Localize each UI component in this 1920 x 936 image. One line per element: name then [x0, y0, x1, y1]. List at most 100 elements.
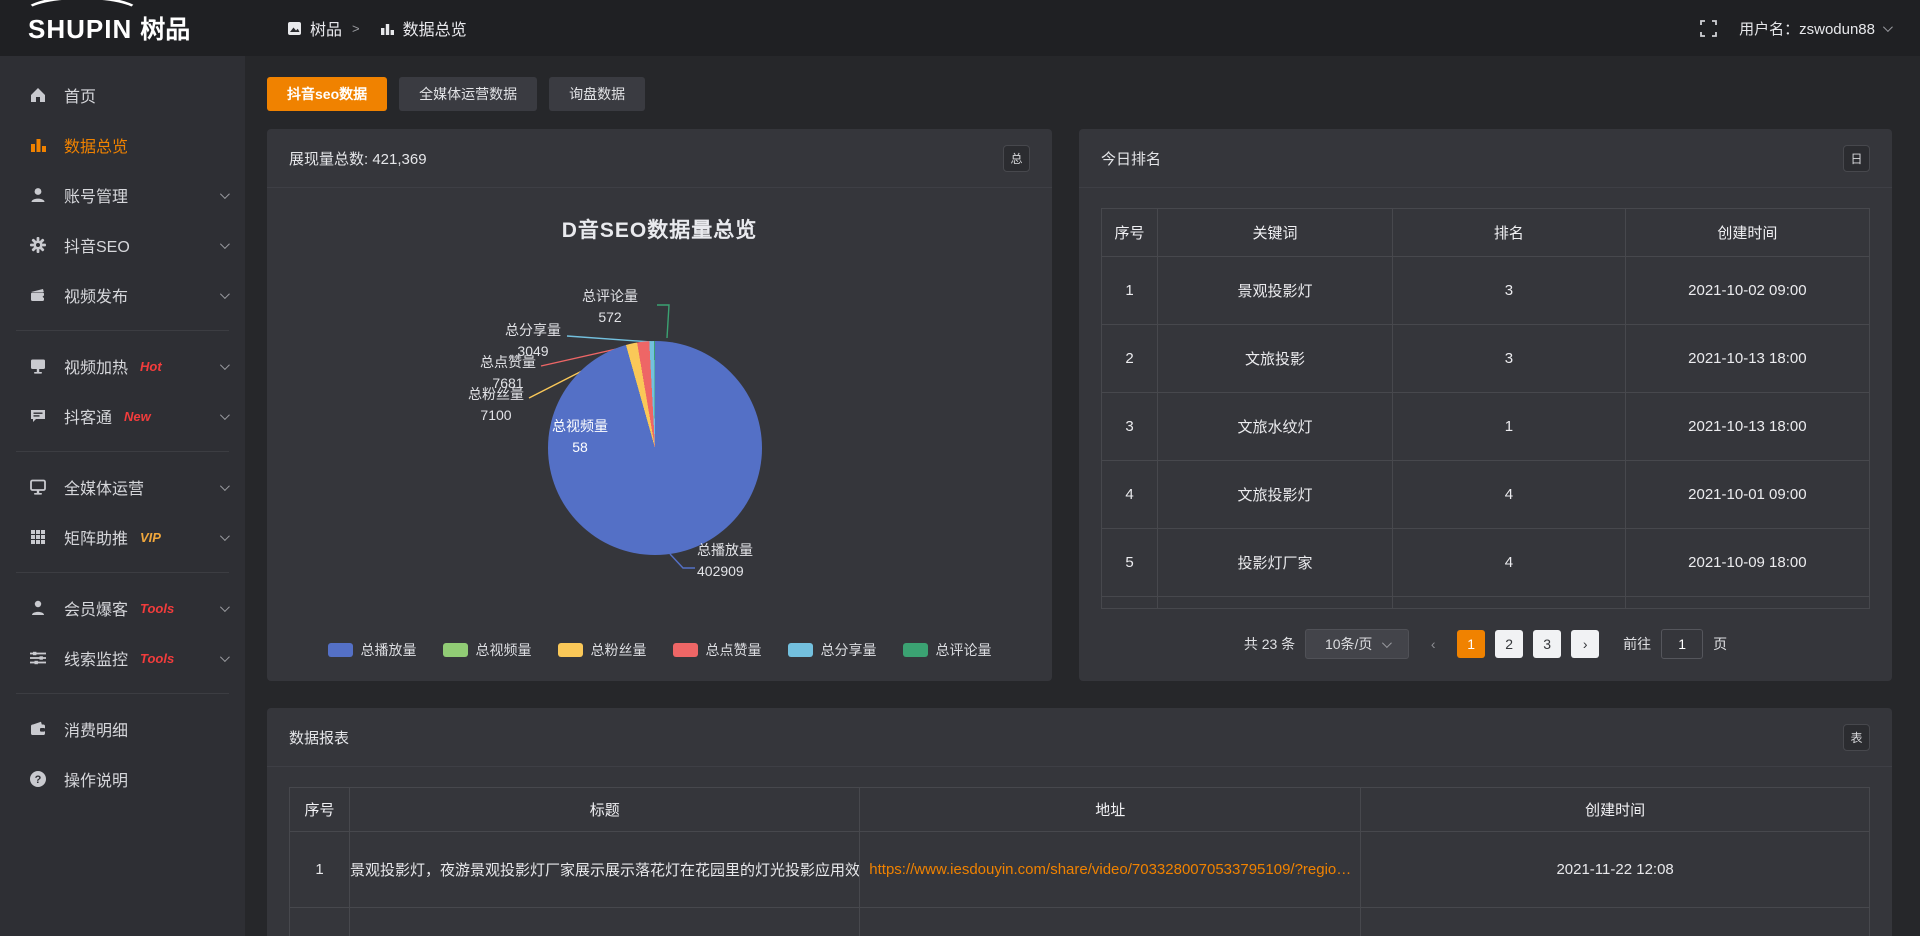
table-row: 4文旅投影灯42021-10-01 09:00: [1102, 461, 1870, 529]
pagination: 共 23 条 10条/页 ‹ 1 2 3 › 前往 页: [1079, 629, 1892, 681]
legend-item[interactable]: 总粉丝量: [558, 640, 647, 660]
page-button-2[interactable]: 2: [1495, 630, 1523, 658]
legend-swatch: [788, 643, 813, 657]
breadcrumb-separator: >: [352, 21, 360, 36]
legend-item[interactable]: 总分享量: [788, 640, 877, 660]
sidebar-item-label: 视频发布: [64, 283, 128, 307]
sidebar-divider: [16, 330, 229, 331]
sidebar-item-label: 全媒体运营: [64, 475, 144, 499]
badge-hot: Hot: [140, 359, 162, 374]
legend-item[interactable]: 总评论量: [903, 640, 992, 660]
column-header: 创建时间: [1361, 788, 1870, 832]
user-icon: [28, 185, 48, 205]
pie-label-fans: 总粉丝量7100: [463, 384, 529, 426]
page-size-select[interactable]: 10条/页: [1305, 629, 1409, 659]
sidebar-item-douketong[interactable]: 抖客通 New: [0, 391, 245, 441]
pie-label-comment: 总评论量572: [580, 286, 640, 328]
ranking-corner-button[interactable]: 日: [1843, 145, 1870, 172]
sidebar-item-home[interactable]: 首页: [0, 70, 245, 120]
sidebar-item-douyin-seo[interactable]: 抖音SEO: [0, 220, 245, 270]
legend-item[interactable]: 总点赞量: [673, 640, 762, 660]
breadcrumb: 树品 > 数据总览: [287, 16, 467, 40]
sidebar-item-label: 矩阵助推: [64, 525, 128, 549]
chevron-down-icon: [220, 289, 230, 299]
chat-bubble-icon: [28, 406, 48, 426]
sidebar-item-help[interactable]: ? 操作说明: [0, 754, 245, 804]
sidebar-item-label: 抖客通: [64, 404, 112, 428]
sidebar-item-label: 首页: [64, 83, 96, 107]
next-page-button[interactable]: ›: [1571, 630, 1599, 658]
sidebar-item-label: 视频加热: [64, 354, 128, 378]
ranking-table: 序号 关键词 排名 创建时间 1景观投影灯32021-10-02 09:002文…: [1101, 208, 1870, 609]
top-bar: SHUPIN 树品 树品 > 数据总览 用户名：zswodun88: [0, 0, 1920, 56]
home-icon: [28, 85, 48, 105]
column-header: 标题: [350, 788, 860, 832]
column-header: 序号: [290, 788, 350, 832]
page-button-3[interactable]: 3: [1533, 630, 1561, 658]
sidebar-item-matrix-boost[interactable]: 矩阵助推 VIP: [0, 512, 245, 562]
cell-rank: 4: [1393, 529, 1626, 597]
pie-label-play: 总播放量402909: [697, 540, 807, 582]
legend-item[interactable]: 总视频量: [443, 640, 532, 660]
chart-legend: 总播放量 总视频量 总粉丝量 总点赞量 总分享量 总评论量: [267, 640, 1052, 660]
breadcrumb-root[interactable]: 树品: [310, 16, 342, 40]
cell-no: 5: [1102, 529, 1158, 597]
legend-swatch: [558, 643, 583, 657]
prev-page-button[interactable]: ‹: [1419, 630, 1447, 658]
legend-item[interactable]: 总播放量: [328, 640, 417, 660]
table-row: 1景观投影灯32021-10-02 09:00: [1102, 257, 1870, 325]
column-header: 地址: [860, 788, 1361, 832]
legend-label: 总播放量: [361, 640, 417, 660]
overview-header-text: 展现量总数: 421,369: [289, 148, 427, 169]
tab-omnimedia-data[interactable]: 全媒体运营数据: [399, 77, 537, 111]
cell-time: 2021-10-13 18:00: [1625, 393, 1869, 461]
sidebar-item-omnimedia[interactable]: 全媒体运营: [0, 462, 245, 512]
username-text: 用户名：zswodun88: [1739, 18, 1875, 39]
sidebar-item-lead-monitor[interactable]: 线索监控 Tools: [0, 633, 245, 683]
main-content: 抖音seo数据 全媒体运营数据 询盘数据 展现量总数: 421,369 总 D音…: [245, 56, 1920, 936]
cell-time: 2021-10-01 09:00: [1625, 461, 1869, 529]
cell-time: 2021-10-09 18:00: [1625, 529, 1869, 597]
tab-inquiry-data[interactable]: 询盘数据: [549, 77, 645, 111]
sidebar-item-label: 线索监控: [64, 646, 128, 670]
tab-douyin-seo-data[interactable]: 抖音seo数据: [267, 77, 387, 111]
fullscreen-icon[interactable]: [1700, 20, 1717, 37]
sidebar-item-account[interactable]: 账号管理: [0, 170, 245, 220]
table-header-row: 序号 关键词 排名 创建时间: [1102, 209, 1870, 257]
chevron-down-icon: [220, 481, 230, 491]
cell-rank: 3: [1393, 325, 1626, 393]
legend-label: 总点赞量: [706, 640, 762, 660]
chevron-down-icon: [220, 410, 230, 420]
sidebar-item-video-heat[interactable]: 视频加热 Hot: [0, 341, 245, 391]
cell-keyword: 文旅投影灯: [1158, 461, 1393, 529]
video-publish-icon: [28, 285, 48, 305]
chevron-down-icon: [220, 602, 230, 612]
sidebar-item-member-burst[interactable]: 会员爆客 Tools: [0, 583, 245, 633]
cell-no: 1: [1102, 257, 1158, 325]
page-button-1[interactable]: 1: [1457, 630, 1485, 658]
table-row-partial: [1102, 597, 1870, 609]
table-row: 1景观投影灯，夜游景观投影灯厂家展示展示落花灯在花园里的灯光投影应用效果 #ht…: [290, 832, 1870, 908]
legend-swatch: [673, 643, 698, 657]
sidebar-item-data-overview[interactable]: 数据总览: [0, 120, 245, 170]
table-row-partial: [290, 908, 1870, 936]
sidebar-item-video-publish[interactable]: 视频发布: [0, 270, 245, 320]
legend-label: 总评论量: [936, 640, 992, 660]
overview-corner-button[interactable]: 总: [1003, 145, 1030, 172]
report-link[interactable]: https://www.iesdouyin.com/share/video/70…: [860, 832, 1361, 908]
svg-text:?: ?: [35, 774, 42, 786]
ranking-panel: 今日排名 日 序号 关键词 排名 创建时间 1景观投影灯32021-10-02 …: [1079, 129, 1892, 681]
logo-text-cn: 树品: [140, 10, 190, 46]
user-menu[interactable]: 用户名：zswodun88: [1739, 18, 1890, 39]
legend-label: 总视频量: [476, 640, 532, 660]
chart-title: D音SEO数据量总览: [267, 188, 1052, 244]
grid-icon: [28, 527, 48, 547]
cell-time: 2021-11-22 12:08: [1361, 832, 1870, 908]
cell-keyword: 景观投影灯: [1158, 257, 1393, 325]
breadcrumb-root-icon: [287, 21, 302, 36]
goto-page-input[interactable]: [1661, 629, 1703, 659]
cell-rank: 4: [1393, 461, 1626, 529]
sidebar-item-consumption[interactable]: 消费明细: [0, 704, 245, 754]
report-corner-button[interactable]: 表: [1843, 724, 1870, 751]
cell-time: 2021-10-02 09:00: [1625, 257, 1869, 325]
